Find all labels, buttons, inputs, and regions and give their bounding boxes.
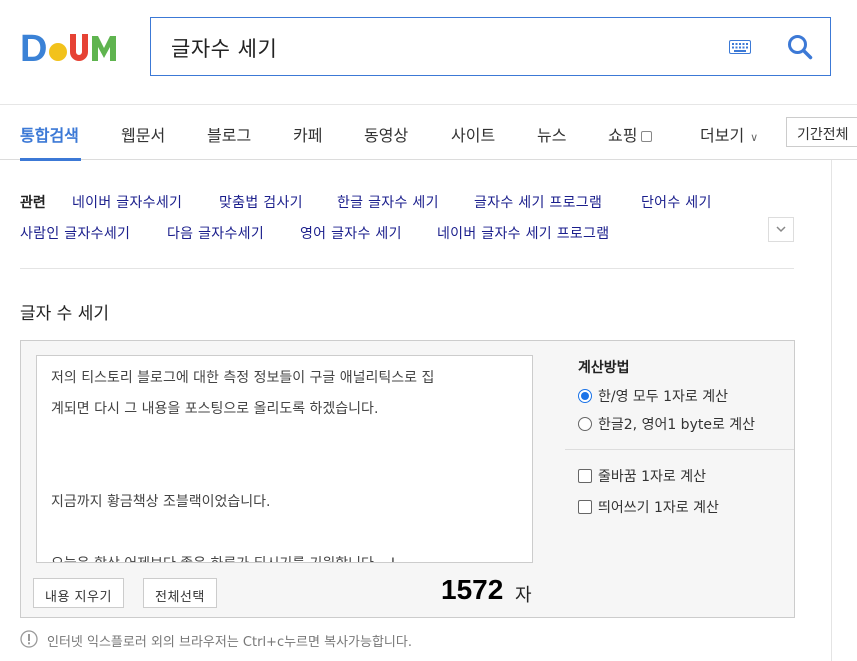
text-input-area[interactable]: 저의 티스토리 블로그에 대한 측정 정보들이 구글 애널리틱스로 집 계되면 …: [36, 355, 533, 563]
method-title: 계산방법: [578, 360, 630, 376]
text-line: 계되면 다시 그 내용을 포스팅으로 올리도록 하겠습니다.: [51, 401, 379, 417]
radio-byte[interactable]: 한글2, 영어1 byte로 계산: [578, 414, 755, 434]
related-link[interactable]: 글자수 세기 프로그램: [474, 192, 602, 212]
related-link[interactable]: 네이버 글자수세기: [72, 192, 182, 212]
search-box[interactable]: 글자수 세기: [150, 17, 831, 76]
character-count-unit: 자: [515, 585, 532, 606]
related-link[interactable]: 네이버 글자수 세기 프로그램: [437, 223, 609, 243]
divider: [565, 449, 794, 450]
radio-all-one[interactable]: 한/영 모두 1자로 계산: [578, 386, 728, 406]
tab-news[interactable]: 뉴스: [537, 122, 566, 146]
text-line: 지금까지 황금책상 조블랙이었습니다.: [51, 494, 271, 510]
tab-blog[interactable]: 블로그: [207, 122, 251, 146]
tab-shopping[interactable]: 쇼핑: [608, 122, 653, 146]
period-filter-button[interactable]: 기간전체: [786, 117, 857, 147]
related-link[interactable]: 사람인 글자수세기: [20, 223, 130, 243]
select-all-button[interactable]: 전체선택: [143, 578, 217, 608]
daum-logo[interactable]: D: [20, 28, 126, 64]
chevron-down-icon: ∨: [750, 131, 759, 144]
related-link[interactable]: 다음 글자수세기: [167, 223, 264, 243]
character-count: 1572: [441, 574, 504, 605]
tab-web[interactable]: 웹문서: [121, 122, 165, 146]
related-link[interactable]: 단어수 세기: [641, 192, 712, 212]
info-icon: [20, 630, 38, 648]
tab-cafe[interactable]: 카페: [293, 122, 322, 146]
checkbox-label: 띄어쓰기 1자로 계산: [598, 500, 719, 516]
related-link[interactable]: 맞춤법 검사기: [219, 192, 303, 212]
checkbox-label: 줄바꿈 1자로 계산: [598, 469, 706, 485]
expand-related-button[interactable]: [768, 217, 794, 242]
clear-button[interactable]: 내용 지우기: [33, 578, 124, 608]
radio-icon[interactable]: [578, 417, 592, 431]
divider: [20, 268, 794, 269]
tab-site[interactable]: 사이트: [451, 122, 495, 146]
tab-all[interactable]: 통합검색: [20, 122, 79, 146]
tab-video[interactable]: 동영상: [364, 122, 408, 146]
notice-text: 인터넷 익스플로러 외의 브라우저는 Ctrl+c누르면 복사가능합니다.: [47, 635, 412, 650]
search-icon[interactable]: [787, 34, 813, 60]
radio-selected-icon[interactable]: [578, 389, 592, 403]
checkbox-icon[interactable]: [578, 469, 592, 483]
text-line: [51, 518, 510, 549]
text-content[interactable]: 저의 티스토리 블로그에 대한 측정 정보들이 구글 애널리틱스로 집 계되면 …: [51, 363, 510, 562]
tab-shopping-label: 쇼핑: [608, 126, 638, 145]
radio-label: 한/영 모두 1자로 계산: [598, 389, 729, 405]
section-title: 글자 수 세기: [20, 304, 110, 324]
radio-label: 한글2, 영어1 byte로 계산: [598, 417, 756, 433]
search-tabs: 통합검색 웹문서 블로그 카페 동영상 사이트 뉴스 쇼핑 더보기 ∨: [0, 104, 857, 161]
text-line: [51, 425, 510, 456]
related-link[interactable]: 한글 글자수 세기: [337, 192, 439, 212]
related-link[interactable]: 영어 글자수 세기: [300, 223, 402, 243]
right-column-divider: [831, 160, 832, 661]
svg-text:D: D: [20, 28, 47, 64]
keyboard-icon[interactable]: [729, 40, 751, 54]
search-input[interactable]: 글자수 세기: [171, 33, 277, 63]
related-label: 관련: [20, 195, 46, 211]
checkbox-icon[interactable]: [578, 500, 592, 514]
tab-more-label: 더보기: [700, 126, 745, 145]
checkbox-linebreak[interactable]: 줄바꿈 1자로 계산: [578, 466, 706, 486]
chevron-down-icon: [776, 226, 786, 233]
tab-more[interactable]: 더보기 ∨: [700, 122, 758, 146]
checkbox-space[interactable]: 띄어쓰기 1자로 계산: [578, 497, 719, 517]
text-line: 저의 티스토리 블로그에 대한 측정 정보들이 구글 애널리틱스로 집: [51, 370, 435, 386]
checkbox-icon: [641, 131, 653, 142]
active-tab-indicator: [20, 158, 81, 161]
text-line: 오늘은 항상 어제보다 좋은 하루가 되시기를 기원합니다 ~!: [51, 549, 510, 562]
text-line: [51, 456, 510, 487]
